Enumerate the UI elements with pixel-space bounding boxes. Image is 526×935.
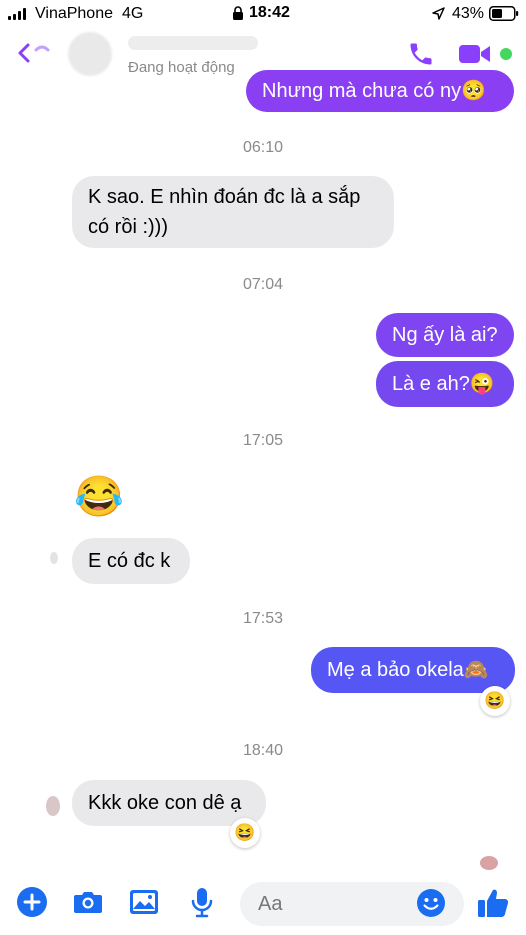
camera-icon[interactable] bbox=[72, 886, 104, 918]
signal-icon bbox=[8, 8, 26, 20]
microphone-icon[interactable] bbox=[186, 886, 218, 918]
sender-avatar bbox=[46, 796, 60, 816]
message-text: Mẹ a bảo okela🙈 bbox=[327, 659, 489, 681]
emoji-message[interactable]: 😂 bbox=[74, 474, 124, 520]
outgoing-message[interactable]: Nhưng mà chưa có ny🥺 bbox=[246, 70, 514, 112]
contact-status: Đang hoạt động bbox=[128, 59, 235, 76]
carrier-name: VinaPhone bbox=[35, 5, 113, 22]
lock-icon bbox=[233, 6, 243, 20]
message-text: Kkk oke con dê ạ bbox=[88, 792, 242, 814]
outgoing-message[interactable]: Là e ah?😜 bbox=[376, 361, 514, 407]
message-text: E có đc k bbox=[88, 550, 171, 572]
outgoing-message[interactable]: Mẹ a bảo okela🙈 bbox=[311, 647, 515, 693]
timestamp: 18:40 bbox=[242, 742, 284, 759]
phone-call-icon[interactable] bbox=[406, 40, 436, 68]
battery-icon bbox=[489, 6, 519, 21]
message-text-line2: có rồi :))) bbox=[88, 216, 168, 238]
timestamp: 06:10 bbox=[242, 139, 284, 156]
message-text: Nhưng mà chưa có ny🥺 bbox=[262, 80, 486, 102]
read-receipt-avatar bbox=[480, 856, 498, 870]
outgoing-message[interactable]: Ng ấy là ai? bbox=[376, 313, 514, 357]
timestamp: 17:05 bbox=[242, 432, 284, 449]
back-arrow-icon[interactable] bbox=[16, 42, 56, 64]
clock: 18:42 bbox=[249, 4, 290, 21]
timestamp: 17:53 bbox=[242, 610, 284, 627]
timestamp: 07:04 bbox=[242, 276, 284, 293]
emoji-icon[interactable] bbox=[416, 888, 446, 918]
incoming-message[interactable]: E có đc k bbox=[72, 538, 190, 584]
message-reaction[interactable]: 😆 bbox=[480, 686, 510, 716]
sender-avatar bbox=[50, 552, 58, 564]
online-status-dot bbox=[500, 48, 512, 60]
message-reaction[interactable]: 😆 bbox=[230, 818, 260, 848]
composer-bar: Aa bbox=[0, 870, 526, 935]
message-text-line1: K sao. E nhìn đoán đc là a sắp bbox=[88, 186, 361, 208]
like-icon[interactable] bbox=[476, 886, 510, 920]
contact-avatar[interactable] bbox=[68, 32, 112, 76]
video-call-icon[interactable] bbox=[458, 42, 492, 66]
gallery-icon[interactable] bbox=[128, 886, 160, 918]
network-type: 4G bbox=[122, 5, 144, 22]
plus-icon[interactable] bbox=[16, 886, 48, 918]
location-arrow-icon bbox=[432, 7, 445, 20]
battery-percent: 43% bbox=[452, 5, 485, 22]
incoming-message[interactable]: K sao. E nhìn đoán đc là a sắp có rồi :)… bbox=[72, 176, 394, 248]
message-input-placeholder: Aa bbox=[258, 893, 283, 915]
contact-name-redacted[interactable] bbox=[128, 36, 258, 50]
status-bar: VinaPhone 4G 18:42 43% bbox=[0, 0, 526, 28]
message-text: Là e ah?😜 bbox=[392, 373, 495, 395]
message-text: Ng ấy là ai? bbox=[392, 324, 498, 346]
